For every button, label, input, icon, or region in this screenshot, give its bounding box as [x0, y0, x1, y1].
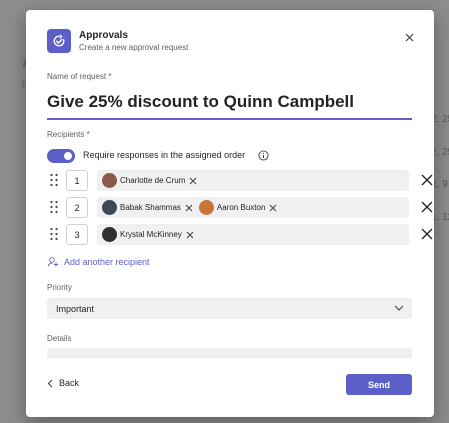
details-textarea[interactable] [47, 348, 412, 358]
drag-handle-icon[interactable] [49, 199, 59, 215]
person-name: Babak Shammas [120, 203, 181, 212]
avatar [198, 200, 214, 215]
toggle-knob [64, 152, 72, 160]
remove-person-icon[interactable] [185, 230, 195, 240]
remove-person-icon[interactable] [188, 176, 198, 186]
person-name: Charlotte de Crum [120, 176, 186, 185]
approvals-app-icon [47, 29, 71, 53]
assigned-order-toggle[interactable] [47, 149, 75, 163]
person-name: Krystal McKinney [120, 230, 182, 239]
chevron-down-icon [394, 305, 404, 311]
back-button[interactable]: Back [47, 378, 79, 388]
add-person-icon [47, 257, 58, 267]
info-icon[interactable] [257, 149, 269, 161]
order-number[interactable]: 2 [66, 197, 88, 218]
avatar [102, 200, 117, 215]
name-label: Name of request * [47, 72, 112, 81]
person-chip: Krystal McKinney [102, 227, 195, 242]
request-name-input[interactable]: Give 25% discount to Quinn Campbell [47, 86, 412, 120]
approval-dialog: Approvals Create a new approval request … [26, 10, 434, 417]
dialog-title: Approvals [79, 30, 128, 41]
order-number[interactable]: 1 [66, 170, 88, 191]
priority-select[interactable]: Important [47, 298, 412, 319]
remove-person-icon[interactable] [184, 203, 194, 213]
remove-recipient-icon[interactable] [420, 227, 434, 241]
person-chip: Aaron Buxton [198, 200, 278, 215]
priority-label: Priority [47, 283, 72, 292]
order-number[interactable]: 3 [66, 224, 88, 245]
add-recipient-label: Add another recipient [64, 257, 150, 267]
assigned-order-label: Require responses in the assigned order [83, 150, 246, 160]
request-name-value: Give 25% discount to Quinn Campbell [47, 92, 354, 111]
remove-recipient-icon[interactable] [420, 173, 434, 187]
remove-person-icon[interactable] [268, 203, 278, 213]
people-picker[interactable]: Krystal McKinney [97, 224, 409, 245]
drag-handle-icon[interactable] [49, 226, 59, 242]
add-recipient-button[interactable]: Add another recipient [47, 256, 150, 268]
required-mark: * [108, 72, 112, 81]
chevron-left-icon [47, 379, 53, 387]
recipient-row: 3 Krystal McKinney [47, 224, 433, 245]
recipient-row: 1 Charlotte de Crum [47, 170, 433, 191]
people-picker[interactable]: Charlotte de Crum [97, 170, 409, 191]
close-icon[interactable] [400, 28, 418, 46]
dialog-subtitle: Create a new approval request [79, 43, 189, 52]
recipients-label: Recipients * [47, 130, 90, 139]
person-chip: Babak Shammas [102, 200, 194, 215]
person-name: Aaron Buxton [216, 203, 266, 212]
back-label: Back [59, 378, 80, 388]
person-chip: Charlotte de Crum [102, 173, 198, 188]
avatar [102, 227, 117, 242]
recipient-row: 2 Babak Shammas Aaron Buxton [47, 197, 433, 218]
details-label: Details [47, 334, 72, 343]
remove-recipient-icon[interactable] [420, 200, 434, 214]
avatar [102, 173, 117, 188]
required-mark: * [86, 130, 90, 139]
drag-handle-icon[interactable] [49, 172, 59, 188]
priority-value: Important [56, 303, 95, 314]
people-picker[interactable]: Babak Shammas Aaron Buxton [97, 197, 409, 218]
send-button[interactable]: Send [346, 374, 412, 395]
